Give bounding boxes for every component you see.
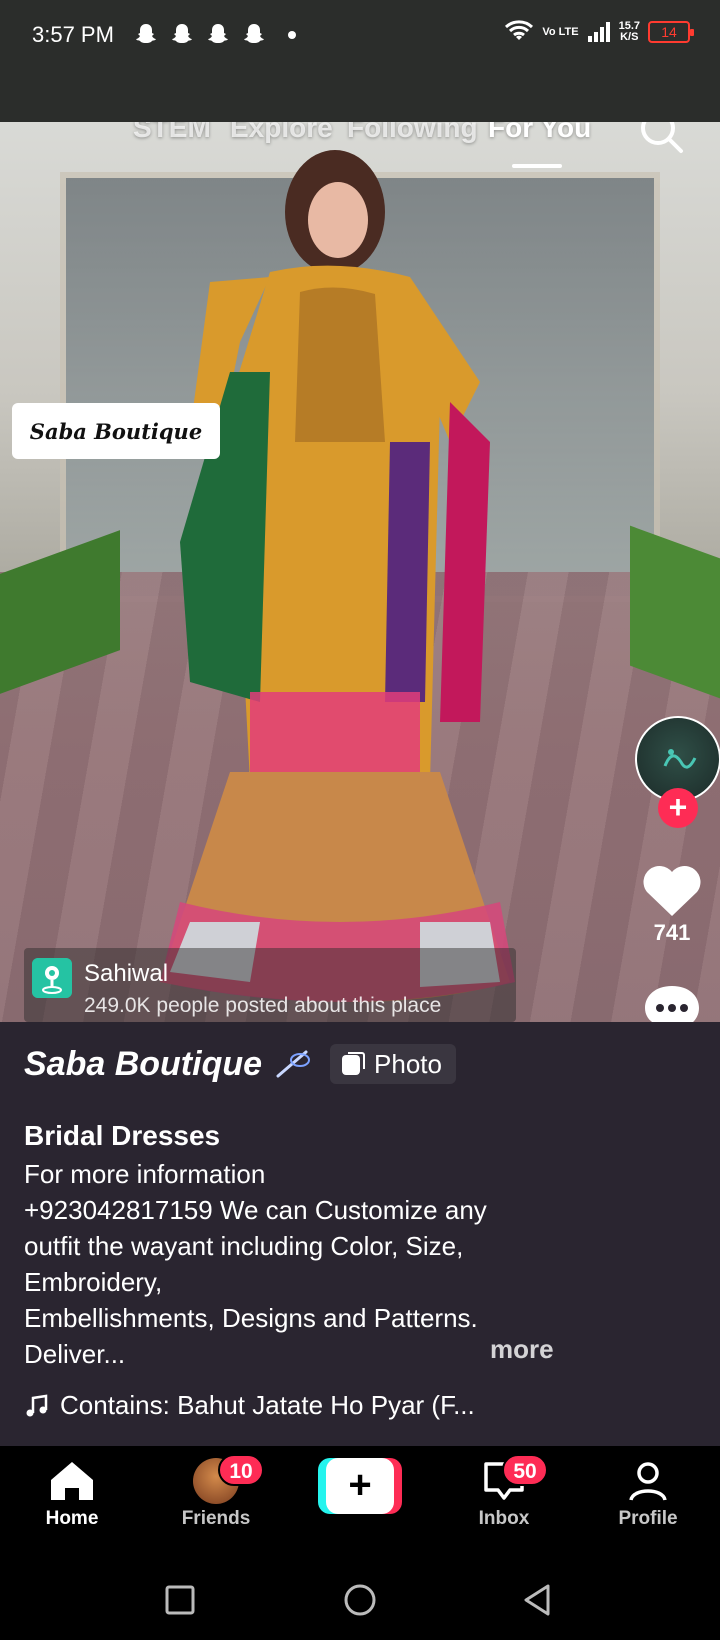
profile-icon (629, 1462, 667, 1501)
nav-inbox-label: Inbox (478, 1508, 530, 1529)
battery-icon: 14 (648, 21, 694, 43)
create-button[interactable]: + (318, 1458, 402, 1514)
location-subtitle: 249.0K people posted about this place (84, 994, 442, 1017)
signal-icon (587, 22, 610, 42)
bottom-navigation: Home 10 Friends + 50 Inbox Profile (0, 1446, 720, 1560)
photo-mode-chip[interactable]: Photo (330, 1044, 456, 1084)
post-title: Bridal Dresses (24, 1120, 221, 1151)
snapchat-icon (208, 24, 228, 43)
notification-icons (134, 22, 266, 48)
location-tag[interactable]: Sahiwal 249.0K people posted about this … (24, 948, 516, 1022)
snapchat-icon (136, 24, 156, 43)
nav-home-label: Home (45, 1508, 99, 1529)
boutique-label-overlay: Saba Boutique (12, 403, 220, 459)
speed-unit: K/S (620, 31, 639, 43)
post-description: For more information +923042817159 We ca… (24, 1159, 487, 1369)
network-speed: 15.7 K/S (619, 21, 640, 43)
feed-tabs: STEM Explore Following For You (0, 122, 720, 168)
location-pin-icon (32, 958, 72, 998)
nav-friends[interactable]: 10 Friends (156, 1454, 276, 1530)
nav-profile[interactable]: Profile (588, 1458, 708, 1530)
home-circle-icon[interactable] (342, 1582, 378, 1618)
sound-row[interactable]: Contains: Bahut Jatate Ho Pyar (F... (24, 1390, 475, 1421)
status-indicators: Vo LTE 15.7 K/S 14 (504, 20, 694, 44)
volte-indicator: Vo LTE (542, 25, 579, 38)
back-icon[interactable] (520, 1582, 556, 1618)
sewing-needle-icon (276, 1050, 311, 1078)
wifi-icon (505, 20, 534, 40)
tab-for-you[interactable]: For You (488, 122, 591, 144)
like-button[interactable]: 741 (630, 862, 714, 946)
search-icon[interactable] (638, 122, 686, 156)
photo-stack-icon (342, 1052, 366, 1075)
tab-stem[interactable]: STEM (133, 122, 211, 144)
music-note-icon (26, 1394, 48, 1416)
plus-icon: + (326, 1458, 394, 1514)
nav-home[interactable]: Home (12, 1458, 132, 1530)
author-name[interactable]: Saba Boutique (24, 1045, 262, 1084)
like-count: 741 (653, 920, 691, 945)
heart-icon (643, 865, 701, 916)
friends-badge: 10 (218, 1454, 264, 1486)
post-image[interactable]: STEM Explore Following For You Saba Bout… (0, 122, 720, 1022)
inbox-badge: 50 (502, 1454, 548, 1486)
home-icon (51, 1462, 93, 1500)
photo-chip-label: Photo (374, 1048, 442, 1079)
nav-inbox[interactable]: 50 Inbox (444, 1454, 564, 1530)
active-tab-indicator (512, 164, 562, 168)
system-navigation (0, 1560, 720, 1640)
follow-button[interactable]: + (658, 788, 698, 828)
snapchat-icon (172, 24, 192, 43)
nav-profile-label: Profile (618, 1508, 678, 1529)
recent-apps-icon[interactable] (162, 1582, 198, 1618)
status-time: 3:57 PM (32, 22, 114, 47)
more-notifications-dot (288, 31, 296, 39)
tab-following[interactable]: Following (347, 122, 478, 144)
more-link[interactable]: more (490, 1334, 554, 1365)
status-bar: 3:57 PM Vo LTE 15.7 K/S 14 (0, 0, 720, 122)
sound-title: Contains: Bahut Jatate Ho Pyar (F... (60, 1390, 475, 1420)
snapchat-icon (244, 24, 264, 43)
author-row: Saba Boutique Photo (24, 1044, 456, 1084)
tab-explore[interactable]: Explore (230, 122, 333, 144)
caption-panel: Saba Boutique Photo Bridal Dresses For m… (0, 1022, 720, 1446)
nav-friends-label: Friends (181, 1508, 251, 1529)
location-name: Sahiwal (84, 960, 169, 987)
model-in-bridal-dress (160, 150, 515, 1002)
